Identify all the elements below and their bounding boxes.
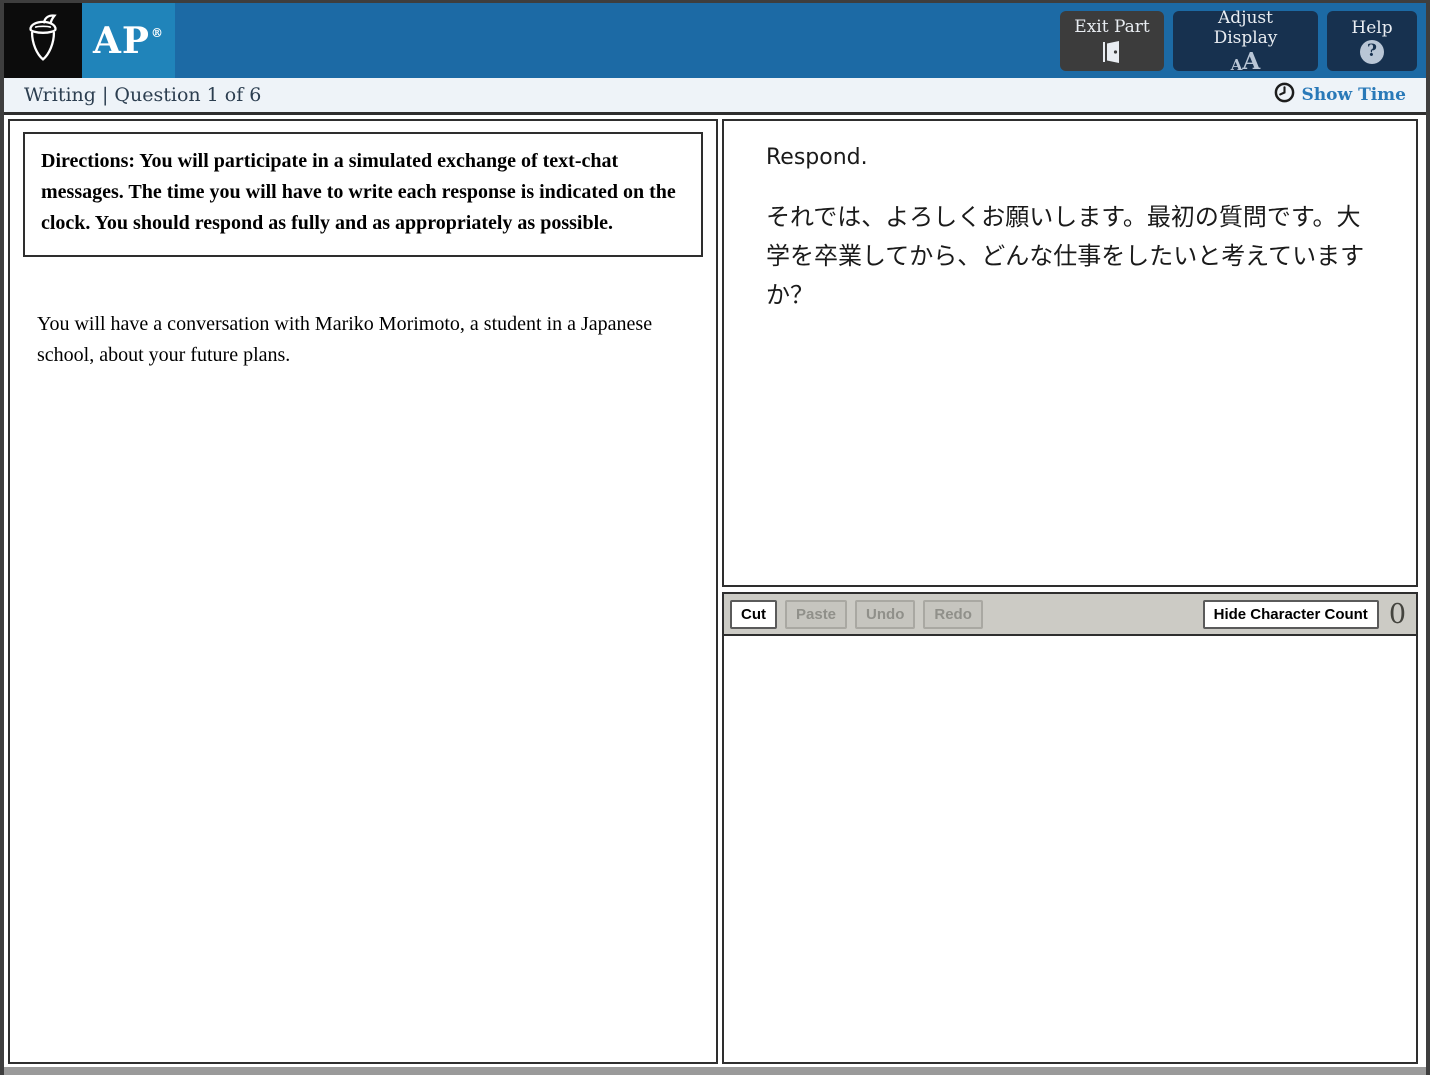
section-question-label: Writing | Question 1 of 6 [24,84,262,106]
app-header: AP ® Exit Part Adjust Display A A Help ? [4,3,1426,78]
prompt-text-japanese: それでは、よろしくお願いします。最初の質問です。大学を卒業してから、どんな仕事を… [766,203,1365,309]
show-time-toggle[interactable]: Show Time [1274,82,1406,108]
acorn-icon [22,13,64,68]
ap-logo: AP ® [82,3,175,78]
header-buttons: Exit Part Adjust Display AA Help ? [1060,3,1426,78]
cut-button[interactable]: Cut [730,599,777,629]
header-spacer [175,3,1060,78]
editor-toolbar: Cut Paste Undo Redo Hide Character Count… [724,594,1416,636]
college-board-logo [4,3,82,78]
exam-window: AP ® Exit Part Adjust Display A A Help ?… [0,0,1430,1075]
question-mark-icon: ? [1360,39,1384,64]
stimulus-panel: Respond. それでは、よろしくお願いします。最初の質問です。大学を卒業して… [722,119,1418,587]
show-time-label: Show Time [1301,85,1406,105]
clock-icon [1274,82,1295,108]
response-editor: Cut Paste Undo Redo Hide Character Count… [722,592,1418,1064]
help-button[interactable]: Help ? [1327,10,1417,71]
response-column: Respond. それでは、よろしくお願いします。最初の質問です。大学を卒業して… [722,119,1418,1064]
exit-part-button[interactable]: Exit Part [1060,10,1164,71]
exit-part-label: Exit Part [1074,16,1150,37]
text-size-icon: AA [1230,48,1261,75]
app-frame: AP ® Exit Part Adjust Display A A Help ?… [4,3,1426,1067]
registered-mark: ® [151,25,164,40]
door-exit-icon [1100,39,1124,65]
help-label: Help [1351,17,1393,38]
main-content: Directions: You will participate in a si… [4,115,1426,1067]
redo-button[interactable]: Redo [923,599,983,629]
undo-button[interactable]: Undo [855,599,916,629]
character-count: 0 [1388,598,1406,630]
ap-logo-text: AP [92,19,150,62]
status-bar: Writing | Question 1 of 6 Show Time [4,78,1426,115]
adjust-display-button[interactable]: Adjust Display AA [1173,8,1318,75]
scenario-text: You will have a conversation with Mariko… [37,313,653,366]
directions-box: Directions: You will participate in a si… [23,132,703,257]
prompt-title: Respond. [766,145,868,170]
adjust-display-label: Adjust Display [1213,8,1278,48]
directions-panel: Directions: You will participate in a si… [8,119,718,1064]
window-bottom-edge [4,1067,1426,1075]
directions-text: Directions: You will participate in a si… [41,150,676,234]
hide-character-count-button[interactable]: Hide Character Count [1202,599,1379,629]
paste-button[interactable]: Paste [785,599,848,629]
response-textarea[interactable] [724,636,1416,1062]
